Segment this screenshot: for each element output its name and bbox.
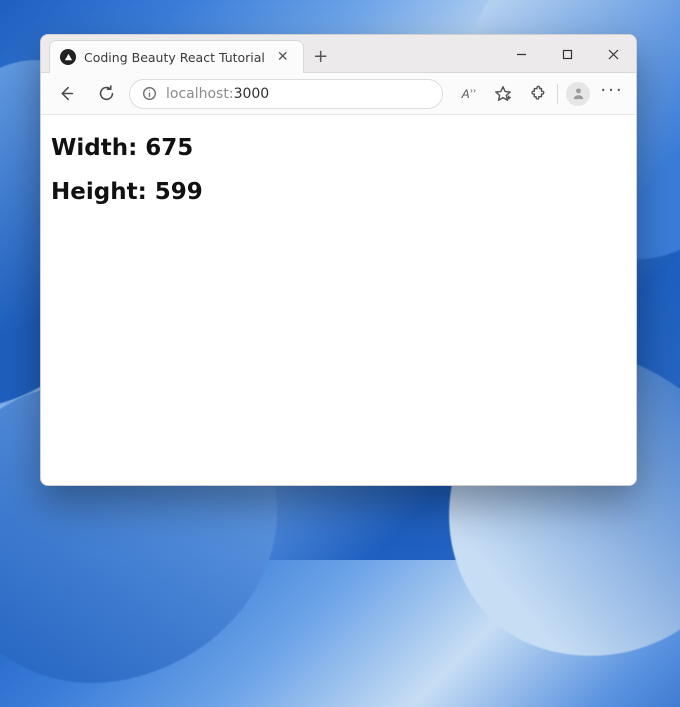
minimize-button[interactable] <box>498 35 544 73</box>
toolbar: localhost:3000 A›› ··· <box>41 73 636 115</box>
width-label: Width: <box>51 135 145 161</box>
more-button[interactable]: ··· <box>596 79 628 109</box>
browser-window: Coding Beauty React Tutorial ✕ + <box>40 34 637 486</box>
site-info-icon[interactable] <box>140 85 158 103</box>
titlebar: Coding Beauty React Tutorial ✕ + <box>41 35 636 73</box>
read-aloud-icon: A›› <box>462 86 477 101</box>
avatar-icon <box>566 82 590 106</box>
width-value: 675 <box>145 135 193 161</box>
browser-tab-active[interactable]: Coding Beauty React Tutorial ✕ <box>49 40 304 73</box>
height-readout: Height: 599 <box>51 179 626 205</box>
extensions-button[interactable] <box>521 79 553 109</box>
new-tab-button[interactable]: + <box>304 40 338 72</box>
tab-title: Coding Beauty React Tutorial <box>84 50 265 65</box>
url-port: 3000 <box>234 86 270 102</box>
profile-button[interactable] <box>562 79 594 109</box>
window-close-button[interactable] <box>590 35 636 73</box>
page-content: Width: 675 Height: 599 <box>41 115 636 485</box>
more-dots-icon: ··· <box>600 80 623 107</box>
window-controls <box>498 35 636 72</box>
height-label: Height: <box>51 179 155 205</box>
back-button[interactable] <box>49 78 83 110</box>
react-favicon-icon <box>60 49 76 65</box>
width-readout: Width: 675 <box>51 135 626 161</box>
address-bar[interactable]: localhost:3000 <box>129 79 443 109</box>
star-icon <box>494 85 512 103</box>
toolbar-divider <box>557 84 558 104</box>
read-aloud-button[interactable]: A›› <box>453 79 485 109</box>
height-value: 599 <box>155 179 203 205</box>
refresh-button[interactable] <box>89 78 123 110</box>
url-text: localhost:3000 <box>166 86 269 102</box>
favorites-button[interactable] <box>487 79 519 109</box>
tab-close-button[interactable]: ✕ <box>273 49 293 65</box>
maximize-button[interactable] <box>544 35 590 73</box>
puzzle-icon <box>528 85 546 103</box>
url-host: localhost: <box>166 86 234 102</box>
